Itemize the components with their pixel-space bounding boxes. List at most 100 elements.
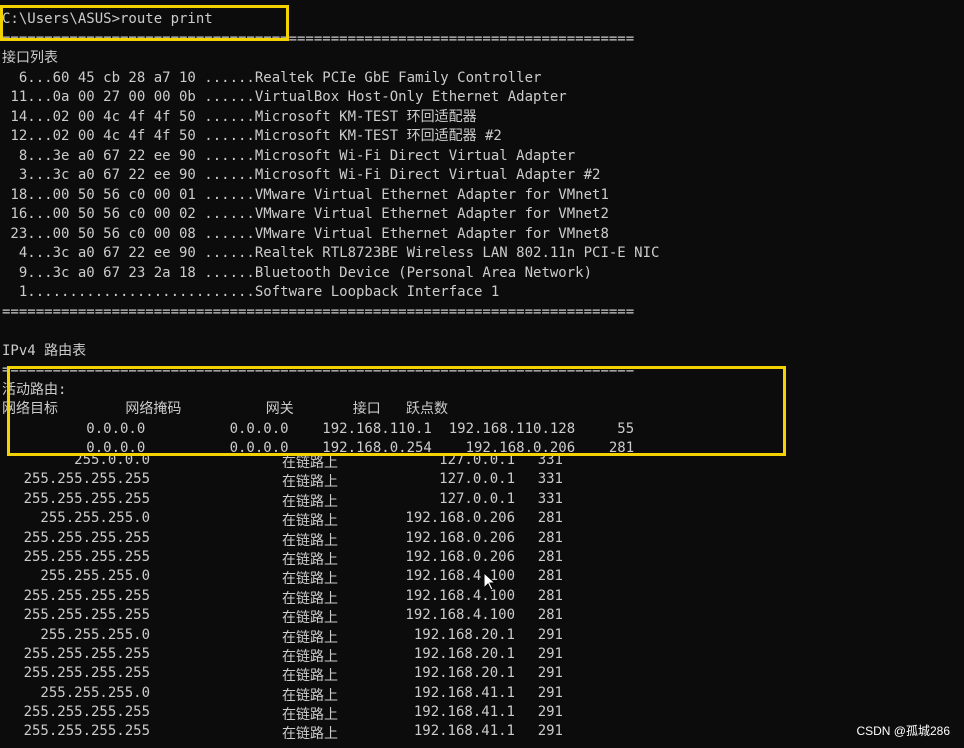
route-row: 192.168.41.255255.255.255.255在链路上192.168… xyxy=(0,723,780,742)
route-metric: 281 xyxy=(537,568,563,585)
interface-row: 3...3c a0 67 22 ee 90 ......Microsoft Wi… xyxy=(2,167,601,183)
route-metric: 291 xyxy=(537,626,563,643)
route-gateway: 在链路上 xyxy=(282,551,338,568)
terminal-output: C:\Users\ASUS>route print ===============… xyxy=(2,10,659,459)
route-row: 192.168.20.255255.255.255.255在链路上192.168… xyxy=(0,665,780,684)
route-netmask: 255.255.255.255 xyxy=(23,665,150,682)
interface-row: 1...........................Software Loo… xyxy=(2,284,500,300)
command-line: C:\Users\ASUS>route print xyxy=(2,11,213,27)
route-row: 127.0.0.1255.255.255.255在链路上127.0.0.1331 xyxy=(0,471,780,490)
section-heading-interface-list: 接口列表 xyxy=(2,50,58,66)
route-metric: 291 xyxy=(537,723,563,740)
route-gateway: 在链路上 xyxy=(282,590,338,607)
route-gateway: 在链路上 xyxy=(282,571,338,588)
section-heading-ipv4-routes: IPv4 路由表 xyxy=(2,342,87,359)
route-metric: 331 xyxy=(537,490,563,507)
route-row: 192.168.20.0255.255.255.0在链路上192.168.20.… xyxy=(0,627,780,646)
route-interface: 127.0.0.1 xyxy=(439,471,515,488)
route-gateway: 在链路上 xyxy=(282,707,338,724)
route-interface: 192.168.41.1 xyxy=(413,704,515,721)
route-netmask: 255.255.255.255 xyxy=(23,723,150,740)
route-metric: 281 xyxy=(537,529,563,546)
interface-row: 12...02 00 4c 4f 4f 50 ......Microsoft K… xyxy=(2,128,502,144)
route-netmask: 255.255.255.0 xyxy=(40,684,150,701)
route-metric: 291 xyxy=(537,665,563,682)
route-gateway: 在链路上 xyxy=(282,610,338,627)
route-gateway: 在链路上 xyxy=(282,648,338,665)
watermark: CSDN @孤城286 xyxy=(856,724,950,738)
route-row: 192.168.41.0255.255.255.0在链路上192.168.41.… xyxy=(0,685,780,704)
interface-row: 8...3e a0 67 22 ee 90 ......Microsoft Wi… xyxy=(2,147,576,164)
route-netmask: 255.0.0.0 xyxy=(74,452,150,468)
route-interface: 192.168.4.100 xyxy=(405,587,515,604)
route-metric: 281 xyxy=(537,548,563,565)
route-row: 192.168.0.255255.255.255.255在链路上192.168.… xyxy=(0,549,780,568)
route-row: 127.255.255.255255.255.255.255在链路上127.0.… xyxy=(0,491,780,510)
route-netmask: 255.255.255.255 xyxy=(23,529,150,546)
route-metric: 331 xyxy=(537,471,563,488)
route-netmask: 255.255.255.255 xyxy=(23,587,150,604)
route-netmask: 255.255.255.255 xyxy=(23,645,150,662)
route-netmask: 255.255.255.255 xyxy=(23,704,150,721)
route-row: 192.168.4.0255.255.255.0在链路上192.168.4.10… xyxy=(0,568,780,587)
route-netmask: 255.255.255.0 xyxy=(40,626,150,643)
route-interface: 192.168.4.100 xyxy=(405,607,515,624)
route-netmask: 255.255.255.0 xyxy=(40,568,150,585)
route-table-header: 网络目标 网络掩码 网关 接口 跃点数 xyxy=(2,401,449,417)
terminal-window[interactable]: C:\Users\ASUS>route print ===============… xyxy=(0,0,964,748)
route-metric: 281 xyxy=(537,587,563,604)
interface-row: 14...02 00 4c 4f 4f 50 ......Microsoft K… xyxy=(2,108,477,125)
route-interface: 192.168.20.1 xyxy=(413,645,515,662)
mouse-pointer-icon xyxy=(483,571,497,595)
interface-row: 23...00 50 56 c0 00 08 ......VMware Virt… xyxy=(2,225,609,242)
route-interface: 192.168.41.1 xyxy=(413,723,515,740)
route-netmask: 255.255.255.255 xyxy=(23,607,150,624)
route-netmask: 255.255.255.255 xyxy=(23,490,150,507)
interface-row: 11...0a 00 27 00 00 0b ......VirtualBox … xyxy=(2,89,567,105)
route-interface: 192.168.0.206 xyxy=(405,510,515,527)
route-gateway: 在链路上 xyxy=(282,455,338,471)
route-interface: 192.168.4.100 xyxy=(405,568,515,585)
route-gateway: 在链路上 xyxy=(282,513,338,530)
default-route-row: 0.0.0.0 0.0.0.0 192.168.110.1 192.168.11… xyxy=(2,420,635,437)
route-gateway: 在链路上 xyxy=(282,493,338,510)
route-gateway: 在链路上 xyxy=(282,474,338,491)
route-row: 127.0.0.0255.0.0.0在链路上127.0.0.1331 xyxy=(0,452,780,471)
route-gateway: 在链路上 xyxy=(282,532,338,549)
active-routes-label: 活动路由: xyxy=(2,381,67,398)
route-metric: 291 xyxy=(537,704,563,721)
route-metric: 281 xyxy=(537,510,563,527)
interface-row: 6...60 45 cb 28 a7 10 ......Realtek PCIe… xyxy=(2,69,542,86)
route-interface: 192.168.0.206 xyxy=(405,529,515,546)
interface-row: 9...3c a0 67 23 2a 18 ......Bluetooth De… xyxy=(2,264,593,281)
route-netmask: 255.255.255.255 xyxy=(23,548,150,565)
route-row: 192.168.41.1255.255.255.255在链路上192.168.4… xyxy=(0,704,780,723)
route-gateway: 在链路上 xyxy=(282,687,338,704)
route-interface: 192.168.0.206 xyxy=(405,548,515,565)
separator-line: ========================================… xyxy=(2,362,635,378)
interface-row: 18...00 50 56 c0 00 01 ......VMware Virt… xyxy=(2,186,609,203)
route-netmask: 255.255.255.255 xyxy=(23,471,150,488)
separator-line: ========================================… xyxy=(2,303,635,320)
route-netmask: 255.255.255.0 xyxy=(40,510,150,527)
route-metric: 281 xyxy=(537,607,563,624)
route-interface: 127.0.0.1 xyxy=(439,452,515,468)
route-table: 127.0.0.0255.0.0.0在链路上127.0.0.1331127.0.… xyxy=(0,452,780,743)
route-metric: 291 xyxy=(537,645,563,662)
route-interface: 127.0.0.1 xyxy=(439,490,515,507)
route-gateway: 在链路上 xyxy=(282,668,338,685)
route-metric: 331 xyxy=(537,452,563,468)
route-interface: 192.168.20.1 xyxy=(413,626,515,643)
route-row: 192.168.4.100255.255.255.255在链路上192.168.… xyxy=(0,588,780,607)
separator-line: ========================================… xyxy=(2,30,635,47)
route-interface: 192.168.41.1 xyxy=(413,684,515,701)
route-row: 192.168.20.1255.255.255.255在链路上192.168.2… xyxy=(0,646,780,665)
interface-row: 16...00 50 56 c0 00 02 ......VMware Virt… xyxy=(2,206,609,222)
route-interface: 192.168.20.1 xyxy=(413,665,515,682)
route-row: 192.168.0.0255.255.255.0在链路上192.168.0.20… xyxy=(0,510,780,529)
route-metric: 291 xyxy=(537,684,563,701)
route-gateway: 在链路上 xyxy=(282,726,338,743)
route-gateway: 在链路上 xyxy=(282,629,338,646)
route-row: 192.168.0.206255.255.255.255在链路上192.168.… xyxy=(0,530,780,549)
